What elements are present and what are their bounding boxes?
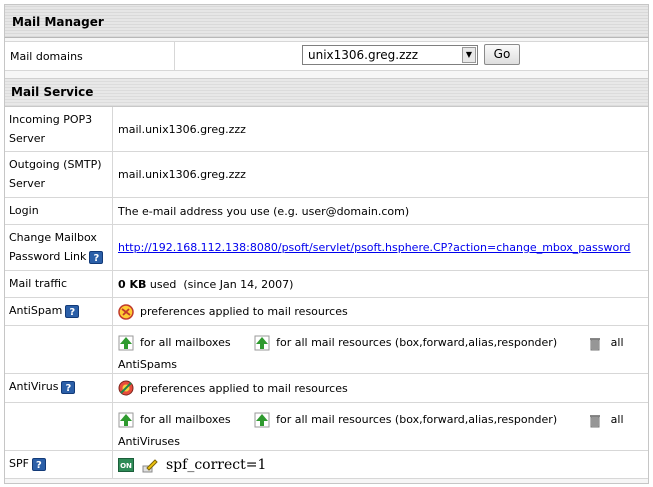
help-icon[interactable]: ?	[61, 380, 76, 394]
change-password-row: Change Mailbox Password Link? http://192…	[5, 225, 648, 271]
spf-row: SPF? ON spf_correct=1	[5, 451, 648, 479]
antispam-actions-row: for all mailboxes for all mail resources…	[5, 326, 648, 374]
antispam-row: AntiSpam? preferences applied to mail re…	[5, 298, 648, 326]
trash-icon[interactable]	[587, 335, 603, 351]
pop3-value: mail.unix1306.greg.zzz	[114, 107, 648, 151]
mail-traffic-row: Mail traffic 0 KB used (since Jan 14, 20…	[5, 271, 648, 298]
antivirus-preferences-text: preferences applied to mail resources	[140, 381, 348, 395]
antivirus-all-prefix[interactable]: all	[611, 413, 624, 426]
antispam-all-prefix[interactable]: all	[611, 336, 624, 349]
pop3-server-text: mail.unix1306.greg.zzz	[118, 122, 246, 136]
add-arrow-icon[interactable]	[118, 412, 134, 428]
antivirus-all-mailboxes[interactable]: for all mailboxes	[140, 413, 231, 426]
traffic-used: used	[149, 277, 177, 291]
antispam-all-mailboxes[interactable]: for all mailboxes	[140, 336, 231, 349]
add-arrow-icon[interactable]	[118, 335, 134, 351]
spf-value: ON spf_correct=1	[114, 451, 648, 478]
antispam-actions: for all mailboxes for all mail resources…	[114, 326, 648, 373]
mail-traffic-label: Mail traffic	[5, 271, 113, 297]
mail-traffic-value: 0 KB used (since Jan 14, 2007)	[114, 271, 648, 297]
trash-icon[interactable]	[587, 412, 603, 428]
mail-service-heading: Mail Service	[5, 78, 648, 107]
spf-label-cell: SPF?	[5, 451, 113, 478]
antivirus-actions: for all mailboxes for all mail resources…	[114, 403, 648, 450]
smtp-server-text: mail.unix1306.greg.zzz	[118, 168, 246, 181]
antispam-icon[interactable]	[118, 303, 134, 320]
antivirus-row: AntiVirus? preferences applied to mail r…	[5, 374, 648, 403]
page-title: Mail Manager	[4, 4, 649, 38]
spf-label: SPF	[9, 457, 29, 470]
smtp-label: Outgoing (SMTP) Server	[5, 152, 113, 197]
domain-select-value: unix1306.greg.zzz	[308, 48, 418, 62]
add-arrow-icon[interactable]	[254, 412, 270, 428]
login-value: The e-mail address you use (e.g. user@do…	[114, 198, 648, 224]
login-text: The e-mail address you use (e.g. user@do…	[118, 204, 410, 218]
spf-value-text: spf_correct=1	[166, 456, 267, 473]
antivirus-label-cell: AntiVirus?	[5, 374, 113, 402]
change-password-label-cell: Change Mailbox Password Link?	[5, 225, 113, 270]
edit-pencil-icon[interactable]	[142, 457, 158, 473]
smtp-value: mail.unix1306.greg.zzz	[114, 152, 648, 197]
mail-domains-row: Mail domains unix1306.greg.zzz ▼ Go	[5, 41, 648, 71]
antispam-preferences-text: preferences applied to mail resources	[140, 305, 348, 318]
antivirus-all-suffix: AntiViruses	[118, 435, 180, 448]
domain-select[interactable]: unix1306.greg.zzz ▼	[302, 45, 478, 65]
on-toggle-icon[interactable]: ON	[118, 457, 134, 472]
antivirus-actions-row: for all mailboxes for all mail resources…	[5, 403, 648, 451]
antivirus-all-resources[interactable]: for all mail resources (box,forward,alia…	[276, 413, 557, 426]
traffic-amount: 0 KB	[118, 277, 147, 291]
antispam-all-suffix: AntiSpams	[118, 358, 178, 371]
mail-domains-label: Mail domains	[5, 42, 175, 70]
smtp-row: Outgoing (SMTP) Server mail.unix1306.gre…	[5, 152, 648, 198]
pop3-row: Incoming POP3 Server mail.unix1306.greg.…	[5, 107, 648, 152]
help-icon[interactable]: ?	[31, 457, 46, 471]
antispam-value: preferences applied to mail resources	[114, 298, 648, 325]
change-password-link[interactable]: http://192.168.112.138:8080/psoft/servle…	[118, 241, 631, 254]
antivirus-actions-empty	[5, 403, 113, 450]
pop3-label: Incoming POP3 Server	[5, 107, 113, 151]
add-arrow-icon[interactable]	[254, 335, 270, 351]
traffic-since: (since Jan 14, 2007)	[183, 277, 294, 291]
help-icon[interactable]: ?	[65, 304, 80, 318]
antivirus-icon[interactable]	[118, 380, 134, 396]
login-label: Login	[5, 198, 113, 224]
antispam-all-resources[interactable]: for all mail resources (box,forward,alia…	[276, 336, 557, 349]
change-password-label: Change Mailbox Password Link	[9, 231, 97, 263]
antispam-label: AntiSpam	[9, 304, 63, 317]
go-button[interactable]: Go	[484, 44, 520, 65]
antivirus-value: preferences applied to mail resources	[114, 374, 648, 402]
help-icon[interactable]: ?	[89, 250, 104, 264]
change-password-value: http://192.168.112.138:8080/psoft/servle…	[114, 225, 648, 270]
chevron-down-icon[interactable]: ▼	[462, 47, 476, 63]
login-row: Login The e-mail address you use (e.g. u…	[5, 198, 648, 225]
antispam-actions-empty	[5, 326, 113, 373]
antispam-label-cell: AntiSpam?	[5, 298, 113, 325]
antivirus-label: AntiVirus	[9, 380, 59, 393]
